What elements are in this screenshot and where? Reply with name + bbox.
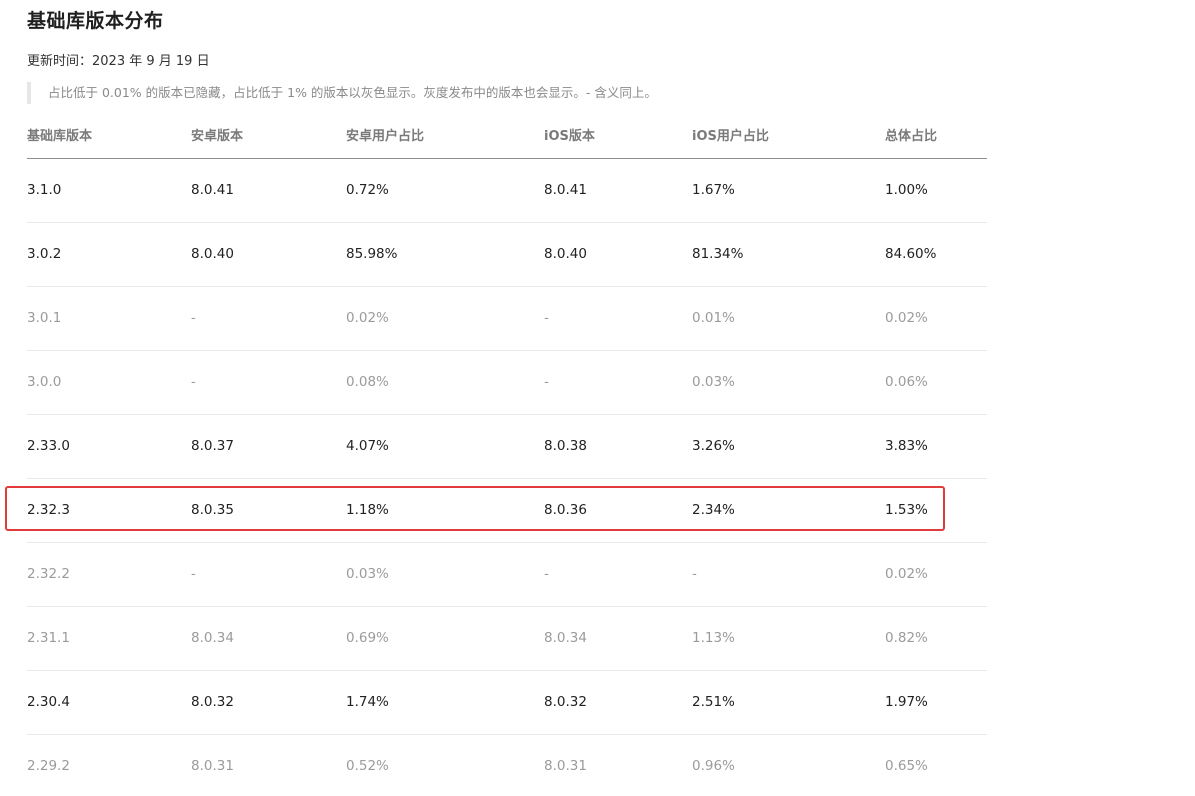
cell-total-share: 0.65%	[885, 758, 928, 774]
cell-android-version: 8.0.31	[191, 758, 234, 774]
cell-ios-share: 0.96%	[692, 758, 735, 774]
cell-android-version: 8.0.35	[191, 502, 234, 518]
table-row: 2.30.4 8.0.32 1.74% 8.0.32 2.51% 1.97%	[27, 671, 987, 735]
cell-android-version: 8.0.32	[191, 694, 234, 710]
cell-ios-share: 0.01%	[692, 310, 735, 326]
cell-android-share: 0.08%	[346, 374, 389, 390]
cell-android-version: 8.0.37	[191, 438, 234, 454]
cell-lib-version: 3.0.1	[27, 310, 62, 326]
cell-lib-version: 3.0.0	[27, 374, 62, 390]
table-row: 2.29.2 8.0.31 0.52% 8.0.31 0.96% 0.65%	[27, 735, 987, 796]
cell-ios-share: 3.26%	[692, 438, 735, 454]
table-row: 3.1.0 8.0.41 0.72% 8.0.41 1.67% 1.00%	[27, 159, 987, 223]
cell-total-share: 84.60%	[885, 246, 937, 262]
cell-total-share: 1.97%	[885, 694, 928, 710]
cell-android-share: 1.18%	[346, 502, 389, 518]
cell-lib-version: 2.33.0	[27, 438, 70, 454]
cell-ios-share: 81.34%	[692, 246, 744, 262]
cell-ios-version: 8.0.36	[544, 502, 587, 518]
table-row: 2.33.0 8.0.37 4.07% 8.0.38 3.26% 3.83%	[27, 415, 987, 479]
cell-ios-version: -	[544, 374, 549, 390]
cell-ios-version: 8.0.41	[544, 182, 587, 198]
cell-lib-version: 2.30.4	[27, 694, 70, 710]
cell-android-share: 4.07%	[346, 438, 389, 454]
header-total-share: 总体占比	[885, 129, 938, 144]
page: 基础库版本分布 更新时间：2023 年 9 月 19 日 占比低于 0.01% …	[0, 0, 1195, 796]
cell-android-share: 0.03%	[346, 566, 389, 582]
table-row: 3.0.0 - 0.08% - 0.03% 0.06%	[27, 351, 987, 415]
cell-total-share: 0.06%	[885, 374, 928, 390]
cell-android-version: 8.0.41	[191, 182, 234, 198]
cell-lib-version: 3.1.0	[27, 182, 62, 198]
cell-android-version: -	[191, 310, 196, 326]
cell-ios-version: 8.0.31	[544, 758, 587, 774]
cell-ios-share: 0.03%	[692, 374, 735, 390]
cell-ios-share: 2.34%	[692, 502, 735, 518]
header-ios-share: iOS用户占比	[692, 129, 769, 144]
cell-lib-version: 2.31.1	[27, 630, 70, 646]
cell-lib-version: 3.0.2	[27, 246, 62, 262]
cell-android-version: 8.0.34	[191, 630, 234, 646]
cell-ios-version: 8.0.40	[544, 246, 587, 262]
cell-android-share: 0.72%	[346, 182, 389, 198]
update-time-value: 2023 年 9 月 19 日	[92, 54, 210, 69]
cell-android-version: -	[191, 566, 196, 582]
header-lib-version: 基础库版本	[27, 129, 93, 144]
table-header: 基础库版本 安卓版本 安卓用户占比 iOS版本 iOS用户占比 总体占比	[27, 118, 987, 159]
cell-android-share: 85.98%	[346, 246, 398, 262]
cell-lib-version: 2.32.3	[27, 502, 70, 518]
cell-lib-version: 2.29.2	[27, 758, 70, 774]
cell-ios-version: 8.0.32	[544, 694, 587, 710]
cell-ios-version: -	[544, 566, 549, 582]
update-time: 更新时间：2023 年 9 月 19 日	[27, 53, 210, 71]
cell-total-share: 1.00%	[885, 182, 928, 198]
table-row: 2.32.3 8.0.35 1.18% 8.0.36 2.34% 1.53%	[27, 479, 987, 543]
header-ios-version: iOS版本	[544, 129, 595, 144]
cell-ios-version: 8.0.34	[544, 630, 587, 646]
cell-total-share: 1.53%	[885, 502, 928, 518]
cell-android-share: 0.69%	[346, 630, 389, 646]
header-android-version: 安卓版本	[191, 129, 244, 144]
cell-ios-version: -	[544, 310, 549, 326]
cell-android-share: 1.74%	[346, 694, 389, 710]
cell-lib-version: 2.32.2	[27, 566, 70, 582]
table-row: 3.0.1 - 0.02% - 0.01% 0.02%	[27, 287, 987, 351]
cell-total-share: 3.83%	[885, 438, 928, 454]
cell-total-share: 0.02%	[885, 566, 928, 582]
table-body: 3.1.0 8.0.41 0.72% 8.0.41 1.67% 1.00% 3.0.2 8.0…	[27, 159, 987, 796]
cell-ios-share: 1.13%	[692, 630, 735, 646]
update-time-label: 更新时间：	[27, 54, 93, 69]
cell-android-share: 0.52%	[346, 758, 389, 774]
cell-android-share: 0.02%	[346, 310, 389, 326]
table-row: 2.32.2 - 0.03% - - 0.02%	[27, 543, 987, 607]
cell-android-version: 8.0.40	[191, 246, 234, 262]
table-row: 2.31.1 8.0.34 0.69% 8.0.34 1.13% 0.82%	[27, 607, 987, 671]
cell-ios-share: 2.51%	[692, 694, 735, 710]
cell-total-share: 0.82%	[885, 630, 928, 646]
cell-android-version: -	[191, 374, 196, 390]
cell-ios-share: 1.67%	[692, 182, 735, 198]
cell-ios-version: 8.0.38	[544, 438, 587, 454]
note-blockquote: 占比低于 0.01% 的版本已隐藏，占比低于 1% 的版本以灰色显示。灰度发布中…	[27, 82, 657, 104]
version-table: 基础库版本 安卓版本 安卓用户占比 iOS版本 iOS用户占比 总体占比 3.1…	[27, 118, 987, 796]
cell-total-share: 0.02%	[885, 310, 928, 326]
page-title: 基础库版本分布	[27, 10, 164, 32]
table-row: 3.0.2 8.0.40 85.98% 8.0.40 81.34% 84.60%	[27, 223, 987, 287]
cell-ios-share: -	[692, 566, 697, 582]
header-android-share: 安卓用户占比	[346, 129, 425, 144]
